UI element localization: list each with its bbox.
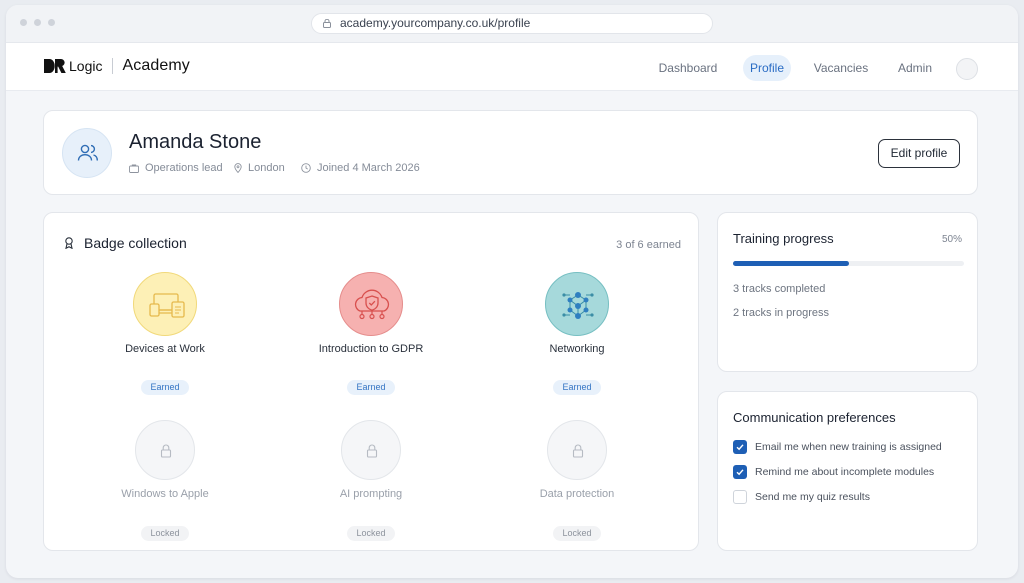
shield-cloud-icon	[354, 289, 390, 320]
lock-icon	[323, 19, 331, 28]
badge-status-pill: Locked	[141, 526, 189, 541]
browser-window: academy.yourcompany.co.uk/profile Logic …	[6, 5, 1018, 578]
dr-logo-icon	[44, 59, 66, 73]
communication-preferences-title: Communication preferences	[733, 410, 896, 425]
tracks-in-progress: 2 tracks in progress	[733, 307, 829, 319]
lock-icon	[160, 444, 172, 458]
badge-ai-prompting[interactable]: AI prompting Locked	[276, 420, 466, 545]
profile-avatar	[62, 128, 112, 178]
pref-option-label: Email me when new training is assigned	[755, 441, 942, 453]
window-dot-maximize[interactable]	[48, 19, 55, 26]
badge-introduction-to-gdpr[interactable]: Introduction to GDPR Earned	[276, 272, 466, 402]
user-avatar[interactable]	[956, 58, 978, 80]
nav-profile[interactable]: Profile	[743, 55, 791, 81]
checkmark-icon	[736, 469, 744, 476]
devices-icon	[149, 293, 185, 318]
checkbox-checked[interactable]	[733, 465, 747, 479]
badge-name: Introduction to GDPR	[318, 343, 424, 355]
nav-vacancies[interactable]: Vacancies	[812, 55, 870, 81]
profile-card: Amanda Stone Operations lead London Join…	[43, 110, 978, 195]
network-icon	[562, 292, 594, 319]
brand-logo[interactable]: Logic Academy	[44, 56, 190, 76]
training-progress-fill	[733, 261, 849, 266]
badge-collection-card: Badge collection 3 of 6 earned Devices a…	[43, 212, 699, 551]
pref-option-label: Send me my quiz results	[755, 491, 870, 503]
badge-status-pill: Earned	[141, 380, 189, 395]
checkbox-unchecked[interactable]	[733, 490, 747, 504]
nav-admin[interactable]: Admin	[893, 55, 937, 81]
badge-circle	[133, 272, 197, 336]
communication-preferences-card: Communication preferences Email me when …	[717, 391, 978, 551]
badge-windows-to-apple[interactable]: Windows to Apple Locked	[70, 420, 260, 545]
badge-name: Data protection	[539, 488, 615, 500]
badge-circle	[135, 420, 195, 480]
joined-text: Joined 4 March 2026	[317, 162, 420, 174]
badge-networking[interactable]: Networking Earned	[482, 272, 672, 402]
badge-status-pill: Earned	[553, 380, 601, 395]
top-navigation: Logic Academy Dashboard Profile Vacancie…	[6, 43, 1018, 91]
badge-collection-title: Badge collection	[84, 235, 187, 251]
badge-data-protection[interactable]: Data protection Locked	[482, 420, 672, 545]
profile-location: London	[234, 162, 285, 174]
badge-status-pill: Earned	[347, 380, 395, 395]
pref-option[interactable]: Send me my quiz results	[733, 490, 870, 504]
tracks-completed: 3 tracks completed	[733, 283, 826, 295]
badge-circle	[545, 272, 609, 336]
badge-circle	[339, 272, 403, 336]
pref-option[interactable]: Remind me about incomplete modules	[733, 465, 934, 479]
address-bar[interactable]: academy.yourcompany.co.uk/profile	[311, 13, 713, 34]
location-text: London	[248, 162, 285, 174]
window-dot-minimize[interactable]	[34, 19, 41, 26]
briefcase-icon	[129, 164, 139, 173]
nav-dashboard[interactable]: Dashboard	[656, 55, 720, 81]
edit-profile-button[interactable]: Edit profile	[878, 139, 960, 168]
badge-name: Networking	[549, 343, 605, 355]
badge-status-pill: Locked	[347, 526, 395, 541]
badge-circle	[341, 420, 401, 480]
training-progress-bar	[733, 261, 964, 266]
pref-option-label: Remind me about incomplete modules	[755, 466, 935, 478]
training-progress-title: Training progress	[733, 231, 834, 246]
browser-chrome: academy.yourcompany.co.uk/profile	[6, 5, 1018, 43]
pref-option[interactable]: Email me when new training is assigned	[733, 440, 942, 454]
profile-name: Amanda Stone	[129, 131, 262, 153]
lock-icon	[572, 444, 584, 458]
role-text: Operations lead	[145, 162, 223, 174]
users-icon	[77, 144, 98, 161]
lock-icon	[366, 444, 378, 458]
checkmark-icon	[736, 444, 744, 451]
checkbox-checked[interactable]	[733, 440, 747, 454]
badge-name: AI prompting	[339, 488, 403, 500]
badge-devices-at-work[interactable]: Devices at Work Earned	[70, 272, 260, 402]
brand-word: Logic	[69, 58, 103, 74]
address-text: academy.yourcompany.co.uk/profile	[340, 16, 531, 30]
profile-joined: Joined 4 March 2026	[301, 162, 420, 174]
clock-icon	[301, 163, 311, 173]
product-name: Academy	[122, 57, 190, 74]
award-icon	[65, 237, 73, 249]
badge-count: 3 of 6 earned	[616, 239, 681, 251]
location-pin-icon	[234, 163, 242, 173]
training-progress-percent: 50%	[941, 234, 962, 245]
training-progress-card: Training progress 50% 3 tracks completed…	[717, 212, 978, 372]
profile-role: Operations lead	[129, 162, 223, 174]
window-dot-close[interactable]	[20, 19, 27, 26]
badge-name: Windows to Apple	[121, 488, 209, 500]
badge-name: Devices at Work	[125, 343, 205, 355]
badge-circle	[547, 420, 607, 480]
brand-divider	[112, 58, 114, 74]
badge-status-pill: Locked	[553, 526, 601, 541]
